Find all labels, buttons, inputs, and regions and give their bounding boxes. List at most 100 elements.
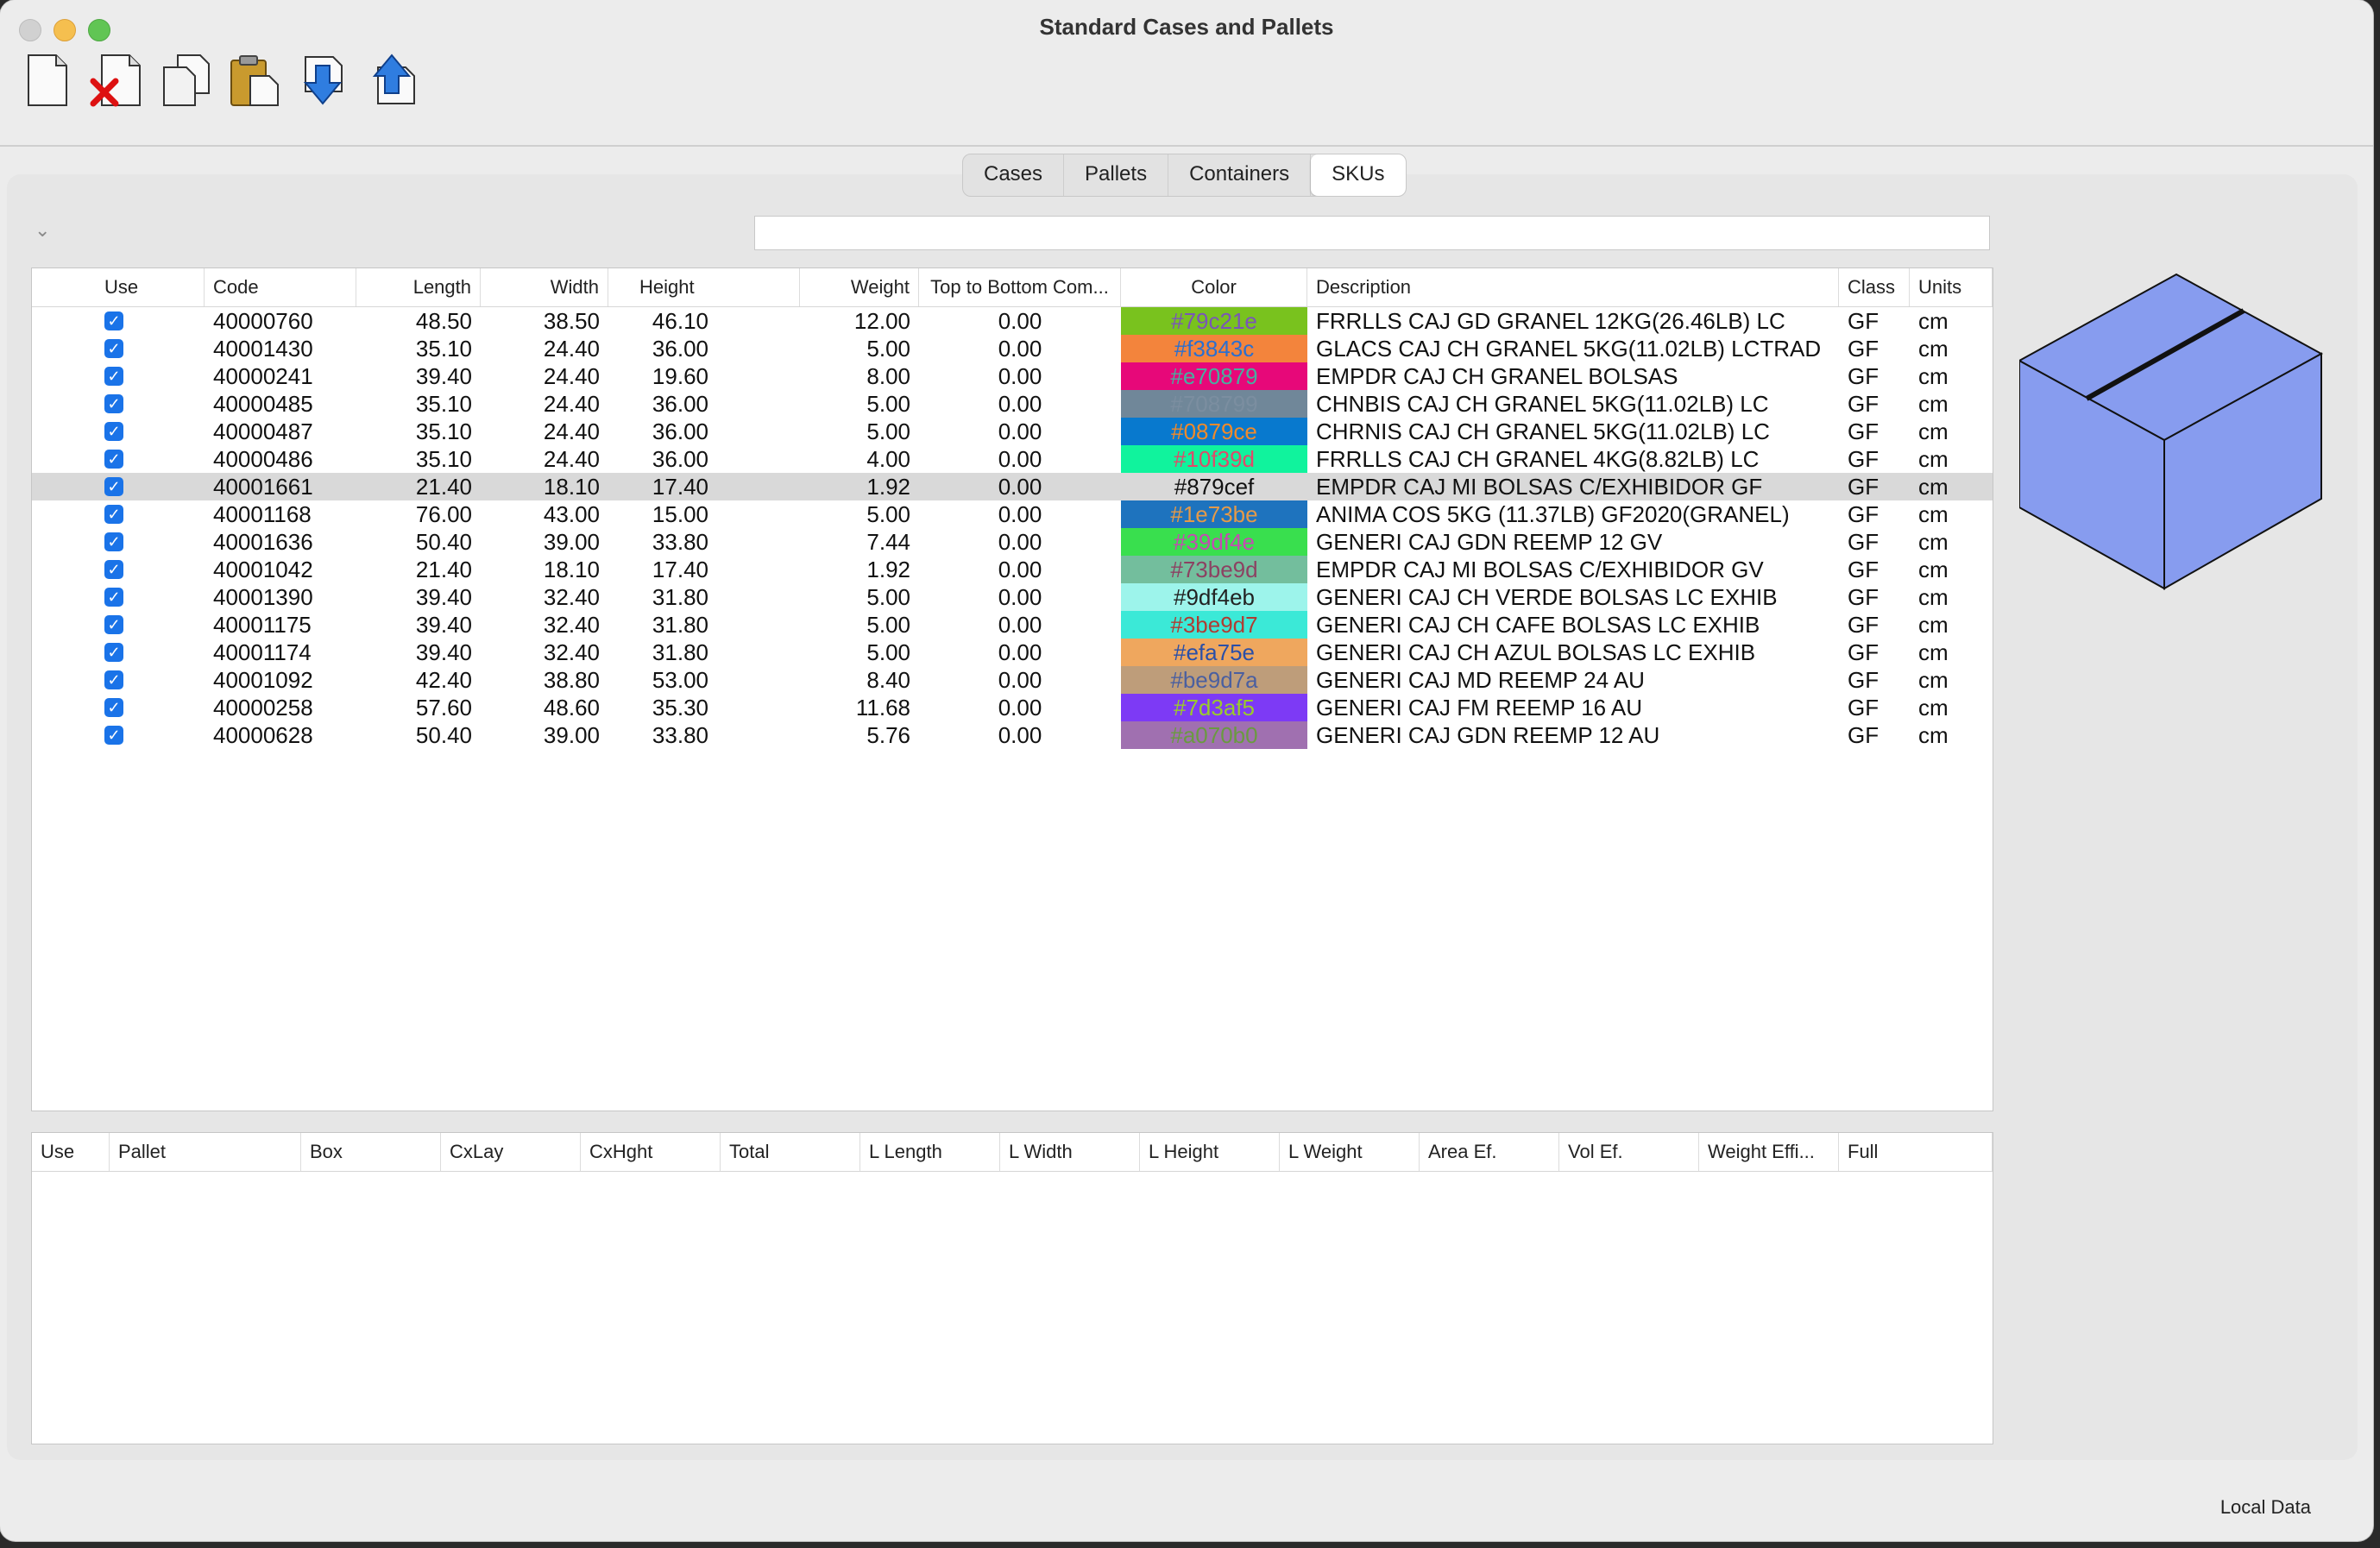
sku-column-header[interactable]: Weight (800, 268, 919, 306)
sku-column-header[interactable]: Width (481, 268, 608, 306)
tab-pallets[interactable]: Pallets (1064, 154, 1169, 196)
sku-weight: 5.00 (866, 612, 910, 638)
table-row[interactable]: ✓ 40001390 39.40 32.40 31.80 5.00 0.00 GENERI C… (32, 583, 1993, 611)
search-input[interactable] (754, 216, 1990, 250)
use-checkbox[interactable]: ✓ (104, 477, 123, 496)
pallet-column-header[interactable]: Box (301, 1133, 441, 1171)
pallet-column-header[interactable]: L Weight (1280, 1133, 1420, 1171)
sku-code: 40000487 (213, 418, 313, 444)
use-checkbox[interactable]: ✓ (104, 532, 123, 551)
sku-color-swatch[interactable]: #e70879 (1121, 362, 1307, 390)
table-row[interactable]: ✓ 40001174 39.40 32.40 31.80 5.00 0.00 GENERI C… (32, 639, 1993, 666)
table-row[interactable]: ✓ 40001636 50.40 39.00 33.80 7.44 0.00 GENERI C… (32, 528, 1993, 556)
tab-cases[interactable]: Cases (963, 154, 1065, 196)
sku-column-header[interactable]: Description (1307, 268, 1839, 306)
table-row[interactable]: ✓ 40000487 35.10 24.40 36.00 5.00 0.00 CHRNIS C… (32, 418, 1993, 445)
sku-width: 39.00 (543, 529, 600, 555)
delete-button[interactable] (88, 50, 145, 110)
sku-color-swatch[interactable]: #79c21e (1121, 307, 1307, 335)
sku-column-header[interactable]: Length (356, 268, 481, 306)
sku-color-swatch[interactable]: #7d3af5 (1121, 694, 1307, 721)
sku-height: 17.40 (652, 474, 708, 500)
sku-color-swatch[interactable]: #9df4eb (1121, 583, 1307, 611)
sku-column-header[interactable]: Code (205, 268, 356, 306)
pallet-column-header[interactable]: L Length (860, 1133, 1000, 1171)
table-row[interactable]: ✓ 40001175 39.40 32.40 31.80 5.00 0.00 GENERI C… (32, 611, 1993, 639)
sku-column-header[interactable]: Units (1910, 268, 1993, 306)
table-row[interactable]: ✓ 40000485 35.10 24.40 36.00 5.00 0.00 CHNBIS C… (32, 390, 1993, 418)
sku-color-swatch[interactable]: #f3843c (1121, 335, 1307, 362)
sku-color-swatch[interactable]: #73be9d (1121, 556, 1307, 583)
sku-color-swatch[interactable]: #efa75e (1121, 639, 1307, 666)
table-row[interactable]: ✓ 40000486 35.10 24.40 36.00 4.00 0.00 FRRLLS C… (32, 445, 1993, 473)
use-checkbox[interactable]: ✓ (104, 505, 123, 524)
sku-column-header[interactable]: Height (608, 268, 800, 306)
use-checkbox[interactable]: ✓ (104, 311, 123, 330)
use-checkbox[interactable]: ✓ (104, 450, 123, 469)
pallet-column-header[interactable]: L Height (1140, 1133, 1280, 1171)
sku-height: 36.00 (652, 336, 708, 362)
pallet-column-header[interactable]: Area Ef. (1420, 1133, 1559, 1171)
pallet-column-header[interactable]: Weight Effi... (1699, 1133, 1839, 1171)
sku-color-swatch[interactable]: #0879ce (1121, 418, 1307, 445)
sku-class: GF (1848, 336, 1879, 362)
use-checkbox[interactable]: ✓ (104, 422, 123, 441)
import-button[interactable] (295, 50, 352, 110)
sku-color-swatch[interactable]: #a070b0 (1121, 721, 1307, 749)
pallet-column-header[interactable]: CxLay (441, 1133, 581, 1171)
pallet-column-header[interactable]: Full (1839, 1133, 1993, 1171)
chevron-down-icon[interactable]: ⌄ (35, 219, 50, 242)
use-checkbox[interactable]: ✓ (104, 698, 123, 717)
pallet-column-header[interactable]: CxHght (581, 1133, 721, 1171)
sku-color-swatch[interactable]: #879cef (1121, 473, 1307, 500)
toolbar (19, 50, 421, 110)
use-checkbox[interactable]: ✓ (104, 339, 123, 358)
sku-column-header[interactable]: Top to Bottom Com... (919, 268, 1121, 306)
pallet-column-header[interactable]: L Width (1000, 1133, 1140, 1171)
pallet-column-header[interactable]: Vol Ef. (1559, 1133, 1699, 1171)
table-row[interactable]: ✓ 40001430 35.10 24.40 36.00 5.00 0.00 GLACS CA… (32, 335, 1993, 362)
sku-column-header[interactable]: Color (1121, 268, 1307, 306)
sku-column-header[interactable]: Class (1839, 268, 1910, 306)
sku-description: FRRLLS CAJ GD GRANEL 12KG(26.46LB) LC (1316, 308, 1785, 334)
table-row[interactable]: ✓ 40000258 57.60 48.60 35.30 11.68 0.00 GENERI … (32, 694, 1993, 721)
use-checkbox[interactable]: ✓ (104, 367, 123, 386)
sku-height: 36.00 (652, 418, 708, 444)
use-checkbox[interactable]: ✓ (104, 615, 123, 634)
export-button[interactable] (364, 50, 421, 110)
sku-color-swatch[interactable]: #708799 (1121, 390, 1307, 418)
table-row[interactable]: ✓ 40000628 50.40 39.00 33.80 5.76 0.00 GENERI C… (32, 721, 1993, 749)
sku-code: 40000485 (213, 391, 313, 417)
sku-class: GF (1848, 584, 1879, 610)
copy-button[interactable] (157, 50, 214, 110)
sku-width: 38.80 (543, 667, 600, 693)
use-checkbox[interactable]: ✓ (104, 560, 123, 579)
sku-color-swatch[interactable]: #10f39d (1121, 445, 1307, 473)
pallet-column-header[interactable]: Use (32, 1133, 110, 1171)
new-button[interactable] (19, 50, 76, 110)
sku-top-to-bottom: 0.00 (998, 612, 1042, 638)
use-checkbox[interactable]: ✓ (104, 394, 123, 413)
export-arrow-up-icon (372, 53, 415, 104)
sku-column-header[interactable]: Use (32, 268, 205, 306)
tab-skus[interactable]: SKUs (1311, 154, 1406, 196)
table-row[interactable]: ✓ 40001168 76.00 43.00 15.00 5.00 0.00 ANIMA CO… (32, 500, 1993, 528)
use-checkbox[interactable]: ✓ (104, 670, 123, 689)
pallet-column-header[interactable]: Pallet (110, 1133, 301, 1171)
pallet-column-header[interactable]: Total (721, 1133, 860, 1171)
table-row[interactable]: ✓ 40001042 21.40 18.10 17.40 1.92 0.00 EMPDR CA… (32, 556, 1993, 583)
sku-color-swatch[interactable]: #39df4e (1121, 528, 1307, 556)
use-checkbox[interactable]: ✓ (104, 588, 123, 607)
table-row[interactable]: ✓ 40001661 21.40 18.10 17.40 1.92 0.00 EMPDR CA… (32, 473, 1993, 500)
tab-containers[interactable]: Containers (1168, 154, 1312, 196)
table-row[interactable]: ✓ 40000241 39.40 24.40 19.60 8.00 0.00 EMPDR CA… (32, 362, 1993, 390)
sku-color-swatch[interactable]: #1e73be (1121, 500, 1307, 528)
sku-color-swatch[interactable]: #be9d7a (1121, 666, 1307, 694)
table-row[interactable]: ✓ 40001092 42.40 38.80 53.00 8.40 0.00 GENERI C… (32, 666, 1993, 694)
paste-button[interactable] (226, 50, 283, 110)
sku-weight: 5.76 (866, 722, 910, 748)
use-checkbox[interactable]: ✓ (104, 726, 123, 745)
use-checkbox[interactable]: ✓ (104, 643, 123, 662)
sku-color-swatch[interactable]: #3be9d7 (1121, 611, 1307, 639)
table-row[interactable]: ✓ 40000760 48.50 38.50 46.10 12.00 0.00 FRRLLS … (32, 307, 1993, 335)
